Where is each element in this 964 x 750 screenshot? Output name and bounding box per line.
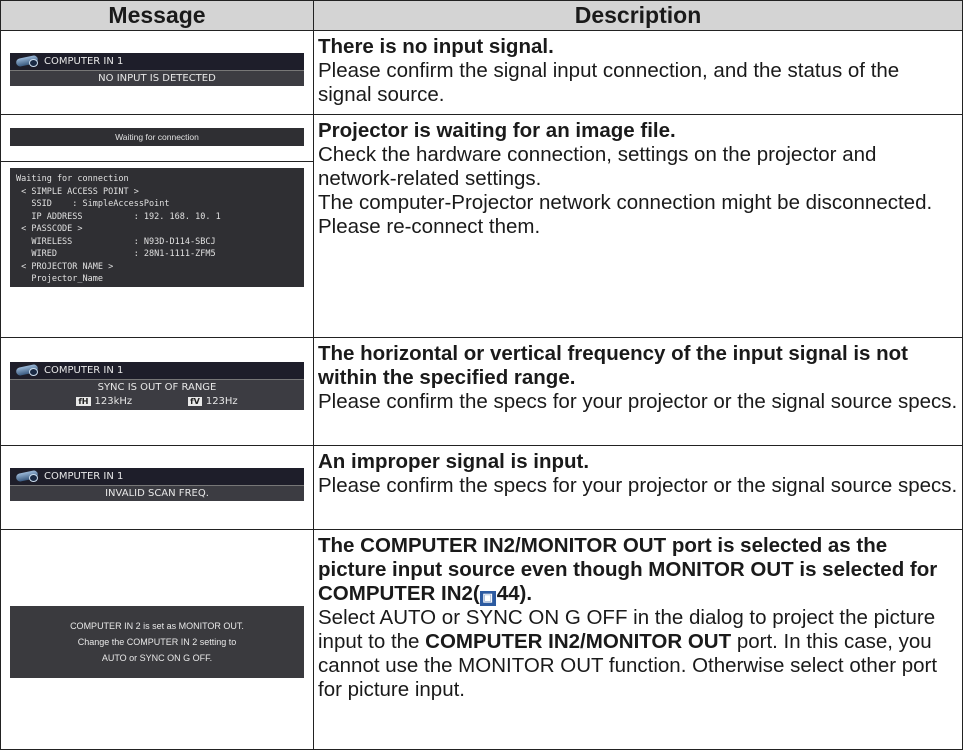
description-title: The COMPUTER IN2/MONITOR OUT port is sel…	[318, 534, 938, 606]
description-cell: The COMPUTER IN2/MONITOR OUT port is sel…	[313, 529, 963, 750]
description-cell: Projector is waiting for an image file. …	[313, 114, 963, 338]
osd-out-of-range: COMPUTER IN 1 SYNC IS OUT OF RANGE fH 123…	[10, 362, 304, 410]
table-row: COMPUTER IN 1 NO INPUT IS DETECTED There…	[0, 30, 963, 115]
osd-message: INVALID SCAN FREQ.	[10, 485, 304, 501]
osd-monitor-out-dialog: COMPUTER IN 2 is set as MONITOR OUT. Cha…	[10, 606, 304, 678]
description-title: An improper signal is input.	[318, 450, 590, 473]
osd-connection-info: Waiting for connection < SIMPLE ACCESS P…	[10, 168, 304, 287]
dialog-line: Change the COMPUTER IN 2 setting to	[77, 637, 237, 647]
table-row: COMPUTER IN 1 SYNC IS OUT OF RANGE fH 123…	[0, 337, 963, 446]
dialog-line: AUTO or SYNC ON G OFF.	[101, 653, 213, 663]
osd-fh: 123kHz	[94, 396, 133, 407]
osd-message: NO INPUT IS DETECTED	[10, 70, 304, 86]
osd-frequencies: fH 123kHz fV 123Hz	[10, 395, 304, 410]
osd-invalid-scan: COMPUTER IN 1 INVALID SCAN FREQ.	[10, 468, 304, 501]
osd-message: SYNC IS OUT OF RANGE	[10, 379, 304, 395]
projector-icon	[14, 470, 40, 483]
osd-source: COMPUTER IN 1	[44, 56, 124, 67]
osd-fv: 123Hz	[205, 396, 238, 407]
description-body: Please confirm the specs for your projec…	[318, 390, 958, 413]
message-cell: Waiting for connection Waiting for conne…	[0, 114, 314, 338]
description-cell: An improper signal is input. Please conf…	[313, 445, 963, 530]
description-title: There is no input signal.	[318, 35, 554, 58]
message-cell: COMPUTER IN 1 INVALID SCAN FREQ.	[0, 445, 314, 530]
message-cell: COMPUTER IN 1 NO INPUT IS DETECTED	[0, 30, 314, 115]
description-body: Please confirm the signal input connecti…	[318, 59, 900, 106]
osd-source: COMPUTER IN 1	[44, 365, 124, 376]
description-cell: The horizontal or vertical frequency of …	[313, 337, 963, 446]
book-reference-icon: ▣	[479, 591, 496, 606]
header-description: Description	[313, 0, 963, 31]
message-cell: COMPUTER IN 1 SYNC IS OUT OF RANGE fH 123…	[0, 337, 314, 446]
fv-icon: fV	[188, 397, 202, 406]
page-reference[interactable]: 44	[497, 582, 520, 605]
cell-divider	[1, 161, 314, 162]
projector-icon	[14, 55, 40, 68]
description-title: The horizontal or vertical frequency of …	[318, 342, 909, 389]
messages-table: Message Description COMPUTER IN 1 NO INP…	[0, 0, 963, 750]
description-body: Please confirm the specs for your projec…	[318, 474, 958, 497]
table-row: COMPUTER IN 2 is set as MONITOR OUT. Cha…	[0, 529, 963, 750]
projector-icon	[14, 364, 40, 377]
fh-icon: fH	[76, 397, 91, 406]
description-body: Select AUTO or SYNC ON G OFF in the dial…	[318, 606, 938, 701]
table-row: COMPUTER IN 1 INVALID SCAN FREQ. An impr…	[0, 445, 963, 530]
table-header-row: Message Description	[0, 0, 963, 31]
table-row: Waiting for connection Waiting for conne…	[0, 114, 963, 338]
osd-source: COMPUTER IN 1	[44, 471, 124, 482]
osd-no-input: COMPUTER IN 1 NO INPUT IS DETECTED	[10, 53, 304, 86]
message-cell: COMPUTER IN 2 is set as MONITOR OUT. Cha…	[0, 529, 314, 750]
description-title: Projector is waiting for an image file.	[318, 119, 676, 142]
description-cell: There is no input signal. Please confirm…	[313, 30, 963, 115]
dialog-line: COMPUTER IN 2 is set as MONITOR OUT.	[70, 621, 244, 631]
description-body: Check the hardware connection, settings …	[318, 143, 933, 238]
header-message: Message	[0, 0, 314, 31]
osd-waiting: Waiting for connection	[10, 128, 304, 146]
